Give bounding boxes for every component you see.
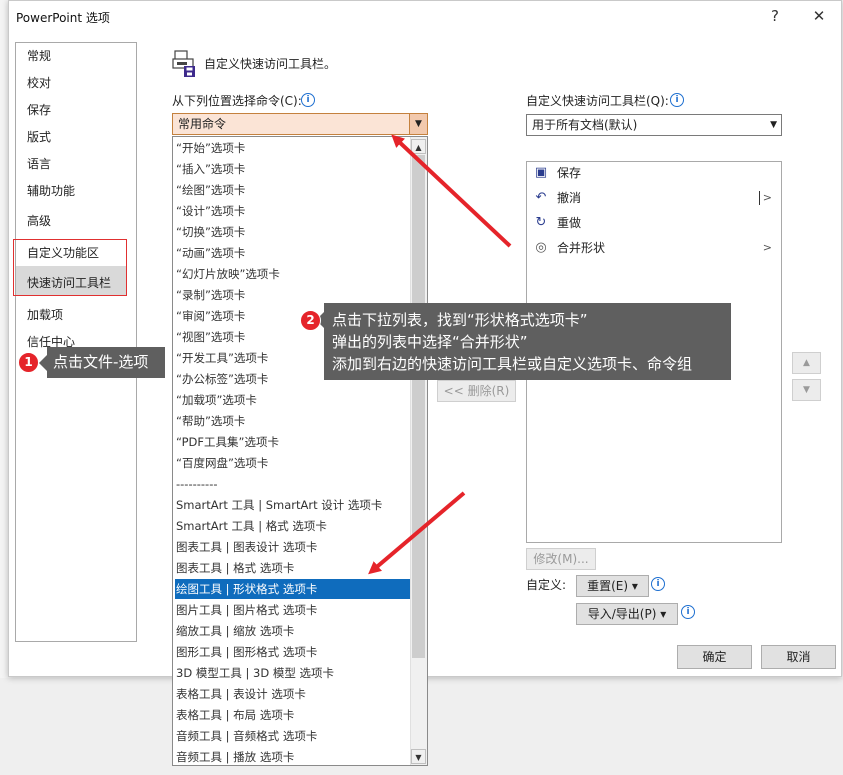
- arrow-to-dropdown: [391, 134, 512, 248]
- annotation-arrows: [368, 134, 512, 575]
- arrow-to-shape-format: [368, 491, 466, 575]
